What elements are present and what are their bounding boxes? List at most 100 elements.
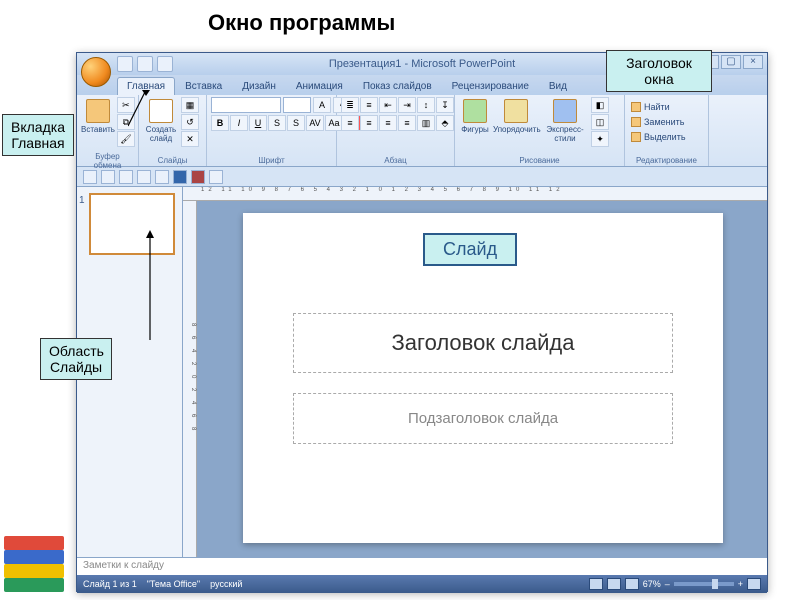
shape-fill-button[interactable]: ◧: [591, 97, 609, 113]
paste-label: Вставить: [81, 125, 115, 134]
qb-color-1[interactable]: [173, 170, 187, 184]
justify-button[interactable]: ≡: [398, 115, 416, 131]
tab-slideshow[interactable]: Показ слайдов: [353, 77, 442, 95]
align-left-button[interactable]: ≡: [341, 115, 359, 131]
font-size-input[interactable]: [283, 97, 311, 113]
qb-icon-1[interactable]: [83, 170, 97, 184]
bullets-button[interactable]: ≣: [341, 97, 359, 113]
tab-insert[interactable]: Вставка: [175, 77, 232, 95]
secondary-toolbar: [77, 167, 767, 187]
convert-smartart-button[interactable]: ⬘: [436, 115, 454, 131]
group-slides-label: Слайды: [143, 155, 202, 165]
group-paragraph-label: Абзац: [341, 155, 450, 165]
numbering-button[interactable]: ≡: [360, 97, 378, 113]
quick-styles-button[interactable]: Экспресс-стили: [541, 97, 589, 151]
text-direction-button[interactable]: ↧: [436, 97, 454, 113]
tab-animation[interactable]: Анимация: [286, 77, 353, 95]
maximize-button[interactable]: ▢: [721, 55, 741, 69]
vertical-ruler: 8 6 4 2 0 2 4 6 8: [183, 201, 197, 557]
office-button[interactable]: [81, 57, 111, 87]
replace-label: Заменить: [644, 117, 684, 127]
qb-icon-5[interactable]: [155, 170, 169, 184]
underline-button[interactable]: U: [249, 115, 267, 131]
arrange-button[interactable]: Упорядочить: [493, 97, 539, 151]
powerpoint-window: Презентация1 - Microsoft PowerPoint – ▢ …: [76, 52, 768, 592]
align-center-button[interactable]: ≡: [360, 115, 378, 131]
arrange-label: Упорядочить: [493, 125, 541, 134]
line-spacing-button[interactable]: ↕: [417, 97, 435, 113]
layout-button[interactable]: ▦: [181, 97, 199, 113]
select-icon: [631, 132, 641, 142]
replace-button[interactable]: Заменить: [629, 116, 686, 128]
thumbnail-number: 1: [79, 195, 85, 206]
horizontal-ruler: 12 11 10 9 8 7 6 5 4 3 2 1 0 1 2 3 4 5 6…: [183, 187, 767, 201]
qb-icon-4[interactable]: [137, 170, 151, 184]
shapes-button[interactable]: Фигуры: [459, 97, 491, 151]
slide-canvas-area: 12 11 10 9 8 7 6 5 4 3 2 1 0 1 2 3 4 5 6…: [183, 187, 767, 557]
columns-button[interactable]: ▥: [417, 115, 435, 131]
subtitle-placeholder-text: Подзаголовок слайда: [310, 410, 656, 427]
slide-thumbnail[interactable]: 1: [89, 193, 175, 255]
select-button[interactable]: Выделить: [629, 131, 688, 143]
status-theme: "Тема Office": [147, 579, 200, 589]
shapes-label: Фигуры: [461, 125, 489, 134]
fit-button[interactable]: [747, 578, 761, 590]
italic-button[interactable]: I: [230, 115, 248, 131]
close-button[interactable]: ×: [743, 55, 763, 69]
slide[interactable]: Слайд Заголовок слайда Подзаголовок слай…: [243, 213, 723, 543]
tab-design[interactable]: Дизайн: [232, 77, 286, 95]
shape-effects-button[interactable]: ✦: [591, 131, 609, 147]
shape-outline-button[interactable]: ◫: [591, 114, 609, 130]
group-clipboard-label: Буфер обмена: [81, 151, 134, 170]
ribbon: Вставить ✂ ⧉ 🖌 Буфер обмена Создать слай…: [77, 95, 767, 167]
callout-slides-pane: Область Слайды: [40, 338, 112, 380]
qat-save-icon[interactable]: [117, 56, 133, 72]
qb-color-2[interactable]: [191, 170, 205, 184]
callout-home-tab: Вкладка Главная: [2, 114, 74, 156]
find-label: Найти: [644, 102, 670, 112]
qb-icon-6[interactable]: [209, 170, 223, 184]
callout-titlebar: Заголовок окна: [606, 50, 712, 92]
delete-slide-button[interactable]: ✕: [181, 131, 199, 147]
status-language[interactable]: русский: [210, 579, 242, 589]
subtitle-placeholder[interactable]: Подзаголовок слайда: [293, 393, 673, 444]
qat-redo-icon[interactable]: [157, 56, 173, 72]
paste-button[interactable]: Вставить: [81, 97, 115, 151]
tab-review[interactable]: Рецензирование: [442, 77, 539, 95]
styles-icon: [553, 99, 577, 123]
char-spacing-button[interactable]: AV: [306, 115, 324, 131]
zoom-out-button[interactable]: –: [665, 579, 670, 589]
indent-dec-button[interactable]: ⇤: [379, 97, 397, 113]
styles-label: Экспресс-стили: [546, 125, 583, 143]
indent-inc-button[interactable]: ⇥: [398, 97, 416, 113]
normal-view-button[interactable]: [589, 578, 603, 590]
shadow-button[interactable]: S: [287, 115, 305, 131]
sorter-view-button[interactable]: [607, 578, 621, 590]
notes-pane[interactable]: Заметки к слайду: [77, 557, 767, 575]
bold-button[interactable]: B: [211, 115, 229, 131]
qb-icon-3[interactable]: [119, 170, 133, 184]
strike-button[interactable]: S: [268, 115, 286, 131]
zoom-slider[interactable]: [674, 582, 734, 586]
select-label: Выделить: [644, 132, 686, 142]
grow-font-button[interactable]: A: [313, 97, 331, 113]
qb-icon-2[interactable]: [101, 170, 115, 184]
title-placeholder-text: Заголовок слайда: [310, 330, 656, 356]
find-button[interactable]: Найти: [629, 101, 672, 113]
group-editing-label: Редактирование: [629, 155, 704, 165]
zoom-level[interactable]: 67%: [643, 579, 661, 589]
slideshow-view-button[interactable]: [625, 578, 639, 590]
arrange-icon: [504, 99, 528, 123]
align-right-button[interactable]: ≡: [379, 115, 397, 131]
work-area: 1 12 11 10 9 8 7 6 5 4 3 2 1 0 1 2 3 4 5…: [77, 187, 767, 557]
reset-button[interactable]: ↺: [181, 114, 199, 130]
font-family-input[interactable]: [211, 97, 281, 113]
tab-view[interactable]: Вид: [539, 77, 577, 95]
title-placeholder[interactable]: Заголовок слайда: [293, 313, 673, 373]
page-heading: Окно программы: [200, 6, 403, 40]
status-slide-count: Слайд 1 из 1: [83, 579, 137, 589]
callout-slide: Слайд: [423, 233, 517, 266]
qat-undo-icon[interactable]: [137, 56, 153, 72]
zoom-in-button[interactable]: +: [738, 579, 743, 589]
zoom-thumb[interactable]: [712, 579, 718, 589]
